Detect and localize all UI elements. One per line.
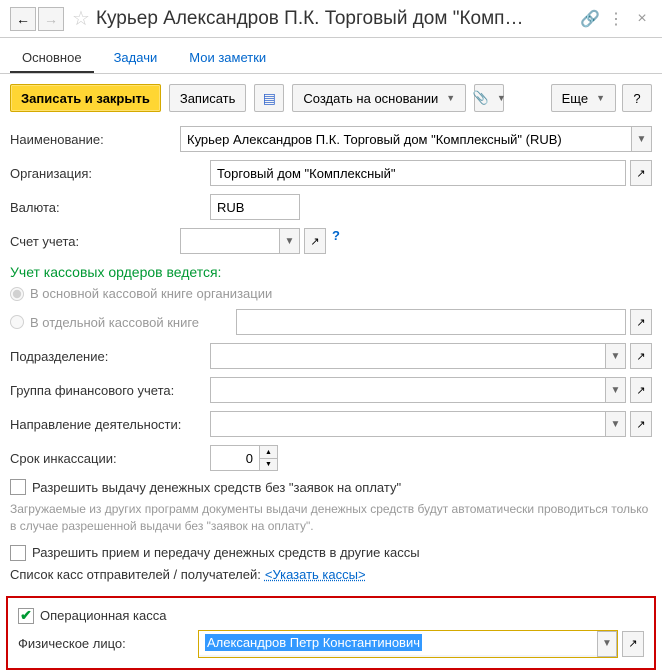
separate-cashbook-input	[236, 309, 626, 335]
report-icon-button[interactable]: ▤	[254, 84, 284, 112]
favorite-star-icon[interactable]: ☆	[72, 6, 90, 31]
account-open-button[interactable]: ↗	[304, 228, 326, 254]
fingroup-input[interactable]	[210, 377, 606, 403]
collection-input[interactable]	[210, 445, 260, 471]
account-help-icon[interactable]: ?	[332, 228, 340, 254]
org-input[interactable]	[210, 160, 626, 186]
nav-back-button[interactable]: ←	[10, 7, 36, 31]
operational-cash-label: Операционная касса	[40, 608, 166, 623]
cashlist-link[interactable]: <Указать кассы>	[265, 567, 366, 582]
fingroup-dropdown-button[interactable]: ▼	[606, 377, 626, 403]
activity-dropdown-button[interactable]: ▼	[606, 411, 626, 437]
separate-cashbook-open-button[interactable]: ↗	[630, 309, 652, 335]
save-button[interactable]: Записать	[169, 84, 247, 112]
dept-dropdown-button[interactable]: ▼	[606, 343, 626, 369]
collection-spin-up[interactable]: ▲	[260, 445, 278, 458]
radio-separate-cashbook	[10, 315, 24, 329]
dept-label: Подразделение:	[10, 349, 210, 364]
cash-orders-section-title: Учет кассовых ордеров ведется:	[10, 264, 652, 280]
operational-cash-checkbox[interactable]: ✔	[18, 608, 34, 624]
allow-transfer-checkbox[interactable]	[10, 545, 26, 561]
dept-open-button[interactable]: ↗	[630, 343, 652, 369]
org-open-button[interactable]: ↗	[630, 160, 652, 186]
more-button[interactable]: Еще	[551, 84, 616, 112]
account-dropdown-button[interactable]: ▼	[280, 228, 300, 254]
fingroup-open-button[interactable]: ↗	[630, 377, 652, 403]
person-open-button[interactable]: ↗	[622, 631, 644, 657]
name-dropdown-button[interactable]: ▼	[632, 126, 652, 152]
attach-dropdown-button[interactable]: 📎	[474, 84, 504, 112]
currency-label: Валюта:	[10, 200, 210, 215]
tab-main[interactable]: Основное	[10, 44, 94, 73]
person-label: Физическое лицо:	[18, 636, 198, 651]
collection-label: Срок инкассации:	[10, 451, 210, 466]
collection-spin-down[interactable]: ▼	[260, 458, 278, 471]
tab-notes[interactable]: Мои заметки	[177, 44, 278, 73]
create-based-button[interactable]: Создать на основании	[292, 84, 466, 112]
allow-issue-checkbox[interactable]	[10, 479, 26, 495]
allow-issue-note: Загружаемые из других программ документы…	[10, 501, 652, 535]
fingroup-label: Группа финансового учета:	[10, 383, 210, 398]
activity-open-button[interactable]: ↗	[630, 411, 652, 437]
radio-main-cashbook-label: В основной кассовой книге организации	[30, 286, 272, 301]
help-button[interactable]: ?	[622, 84, 652, 112]
dept-input[interactable]	[210, 343, 606, 369]
org-label: Организация:	[10, 166, 210, 181]
allow-issue-label: Разрешить выдачу денежных средств без "з…	[32, 480, 401, 495]
allow-transfer-label: Разрешить прием и передачу денежных сред…	[32, 545, 420, 560]
account-input[interactable]	[180, 228, 280, 254]
activity-input[interactable]	[210, 411, 606, 437]
tab-tasks[interactable]: Задачи	[102, 44, 170, 73]
account-label: Счет учета:	[10, 234, 180, 249]
cashlist-label: Список касс отправителей / получателей:	[10, 567, 261, 582]
link-icon[interactable]: 🔗	[580, 9, 600, 29]
kebab-menu-icon[interactable]: ⋮	[606, 9, 626, 29]
currency-input[interactable]	[210, 194, 300, 220]
radio-main-cashbook	[10, 287, 24, 301]
radio-separate-cashbook-label: В отдельной кассовой книге	[30, 315, 230, 330]
highlighted-section: ✔ Операционная касса Физическое лицо: Ал…	[6, 596, 656, 670]
close-icon[interactable]: ×	[632, 10, 652, 28]
nav-forward-button[interactable]: →	[38, 7, 64, 31]
save-close-button[interactable]: Записать и закрыть	[10, 84, 161, 112]
name-input[interactable]	[180, 126, 632, 152]
page-title: Курьер Александров П.К. Торговый дом "Ко…	[96, 8, 574, 30]
name-label: Наименование:	[10, 132, 180, 147]
person-input[interactable]: Александров Петр Константинович	[199, 631, 597, 655]
person-dropdown-button[interactable]: ▼	[597, 631, 617, 657]
activity-label: Направление деятельности:	[10, 417, 210, 432]
